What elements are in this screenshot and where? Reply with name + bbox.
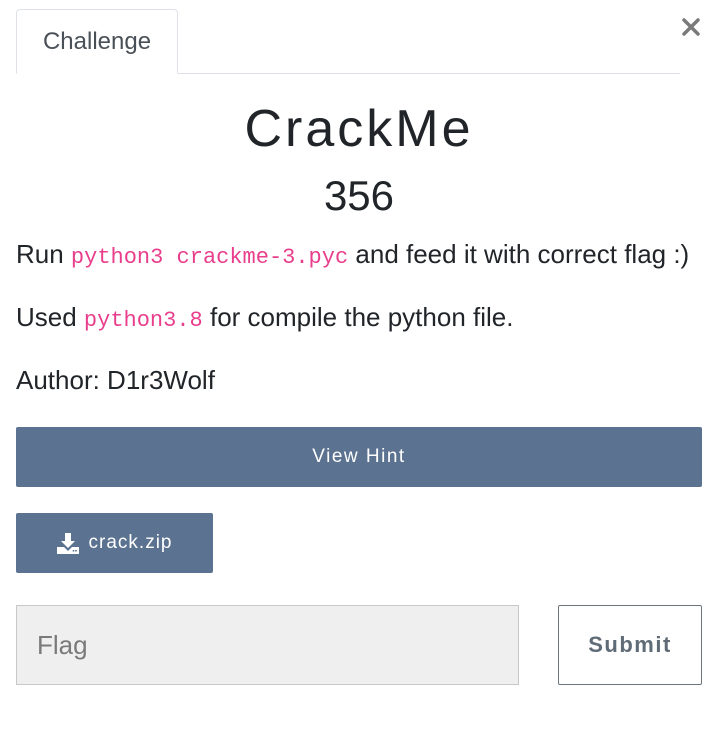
author-line: Author: D1r3Wolf <box>16 365 215 395</box>
tab-bar: Challenge <box>16 8 680 74</box>
submit-button[interactable]: Submit <box>558 605 702 685</box>
description-line-1: Run python3 crackme-3.pyc and feed it wi… <box>16 238 689 274</box>
description-text: and feed it with correct flag :) <box>348 239 690 269</box>
download-icon <box>56 532 79 554</box>
description-text: Run <box>16 239 71 269</box>
file-name-label: crack.zip <box>88 532 173 553</box>
inline-code: python3.8 <box>83 308 203 333</box>
description-text: Used <box>16 302 84 332</box>
tab-challenge[interactable]: Challenge <box>16 9 178 74</box>
flag-input[interactable] <box>16 605 519 685</box>
close-icon <box>682 18 700 36</box>
download-file-button[interactable]: crack.zip <box>16 513 213 573</box>
view-hint-label: View Hint <box>312 446 406 467</box>
challenge-points: 356 <box>323 172 395 219</box>
view-hint-button[interactable]: View Hint <box>16 427 702 487</box>
inline-code: python3 crackme-3.pyc <box>70 245 349 270</box>
description-text: for compile the python file. <box>202 302 514 332</box>
close-button[interactable] <box>676 10 706 44</box>
challenge-title: CrackMe <box>244 100 474 158</box>
description-line-2: Used python3.8 for compile the python fi… <box>16 301 513 337</box>
tab-challenge-label: Challenge <box>42 27 152 55</box>
